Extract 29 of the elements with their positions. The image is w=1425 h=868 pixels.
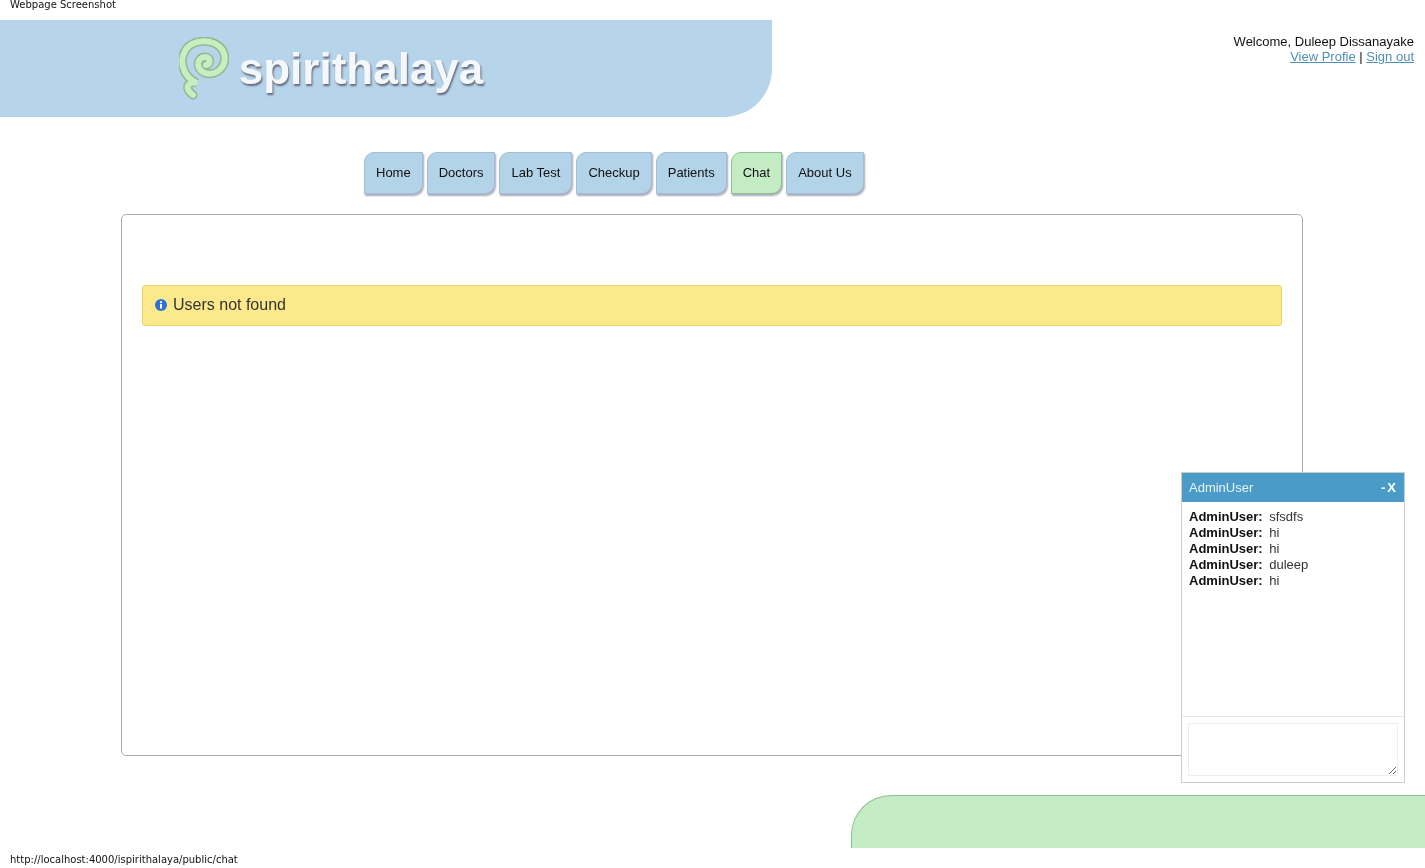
chat-title: AdminUser [1189,478,1254,497]
info-icon [155,299,167,311]
nav-tab[interactable]: Doctors [426,152,496,194]
nav-tab[interactable]: Home [364,152,423,194]
message-sender: AdminUser: [1189,557,1263,573]
nav-tab[interactable]: About Us [786,152,864,194]
message-sender: AdminUser: [1189,525,1263,541]
message-sender: AdminUser: [1189,573,1263,589]
nav-tab[interactable]: Chat [730,152,783,194]
nav-tab[interactable]: Lab Test [499,152,573,194]
message-sender: AdminUser: [1189,509,1263,525]
link-separator: | [1359,49,1363,64]
nav-tab[interactable]: Patients [655,152,727,194]
spiral-logo-icon [178,36,229,101]
nav-tab[interactable]: Checkup [576,152,652,194]
message-input-field[interactable] [1188,723,1398,776]
message-text: hi [1269,573,1280,589]
header-link[interactable]: Sign out [1366,49,1414,64]
site-logo-text: spirithalaya [238,46,484,91]
message-sender: AdminUser: [1189,541,1263,557]
header-link[interactable]: View Profie [1290,49,1356,64]
message-text: hi [1269,525,1280,541]
welcome-text: Welcome, Duleep Dissanayake [1233,34,1414,49]
message-text: duleep [1269,557,1309,573]
message-text: sfsdfs [1269,509,1304,525]
message-text: hi [1269,541,1280,557]
status-url: http://localhost:4000/ispirithalaya/public/chat [10,853,238,867]
page-caption: Webpage Screenshot [9,0,117,12]
alert-message: Users not found [173,295,286,315]
